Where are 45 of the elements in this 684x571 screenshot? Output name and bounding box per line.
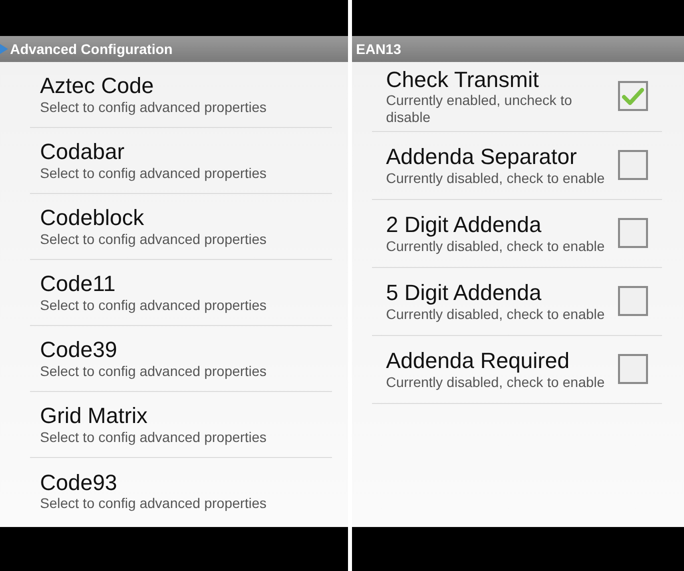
setting-subtitle: Currently disabled, check to enable: [386, 170, 606, 186]
item-title: Code11: [40, 271, 116, 297]
setting-subtitle: Currently disabled, check to enable: [386, 306, 606, 322]
item-title: Aztec Code: [40, 73, 155, 99]
setting-row[interactable]: Addenda Required Currently disabled, check to enable: [372, 336, 662, 404]
list-item[interactable]: Code39 Select to config advanced properties: [30, 326, 332, 392]
arrow-icon: [0, 44, 8, 54]
item-subtitle: Select to config advanced properties: [40, 296, 268, 314]
checkbox[interactable]: [618, 286, 648, 316]
setting-title: Check Transmit: [386, 67, 540, 92]
item-subtitle: Select to config advanced properties: [40, 495, 268, 512]
setting-row[interactable]: 2 Digit Addenda Currently disabled, check to enable: [372, 200, 662, 268]
setting-title: 5 Digit Addenda: [386, 280, 542, 306]
list-item[interactable]: Code93 Select to config advanced properties: [30, 458, 332, 524]
item-subtitle: Select to config advanced properties: [40, 164, 268, 182]
setting-title: Addenda Separator: [386, 144, 578, 170]
setting-row[interactable]: 5 Digit Addenda Currently disabled, check to enable: [372, 268, 662, 336]
list-item[interactable]: Aztec Code Select to config advanced properties: [30, 62, 332, 128]
item-title: Codabar: [40, 139, 126, 165]
screen-title: Advanced Configuration: [10, 40, 173, 59]
setting-row[interactable]: Addenda Separator Currently disabled, check to enable: [372, 132, 662, 200]
item-subtitle: Select to config advanced properties: [40, 428, 268, 446]
list-item[interactable]: Code11 Select to config advanced properties: [30, 260, 332, 326]
screen-title: EAN13: [356, 40, 402, 58]
list-item[interactable]: Codeblock Select to config advanced properties: [30, 194, 332, 260]
list-item[interactable]: Grid Matrix Select to config advanced properties: [30, 392, 332, 458]
item-subtitle: Select to config advanced properties: [40, 362, 268, 380]
checkbox[interactable]: [618, 150, 648, 180]
setting-subtitle: Currently disabled, check to enable: [386, 238, 606, 254]
checkbox[interactable]: [618, 354, 648, 384]
item-title: Codeblock: [40, 205, 145, 231]
list-item[interactable]: Codabar Select to config advanced properties: [30, 128, 332, 194]
setting-row[interactable]: Check Transmit Currently enabled, uncheck to disable: [372, 62, 662, 132]
item-subtitle: Select to config advanced properties: [40, 230, 268, 248]
checkbox[interactable]: [618, 218, 648, 248]
setting-subtitle: Currently disabled, check to enable: [386, 374, 606, 390]
setting-title: Addenda Required: [386, 348, 570, 374]
item-title: Code93: [40, 470, 118, 496]
item-title: Code39: [40, 337, 118, 363]
item-title: Grid Matrix: [40, 403, 149, 429]
check-icon: [622, 87, 644, 106]
setting-subtitle: Currently enabled, uncheck to disable: [386, 92, 573, 126]
setting-title: 2 Digit Addenda: [386, 212, 542, 238]
checkbox[interactable]: [618, 81, 648, 112]
item-subtitle: Select to config advanced properties: [40, 98, 268, 116]
